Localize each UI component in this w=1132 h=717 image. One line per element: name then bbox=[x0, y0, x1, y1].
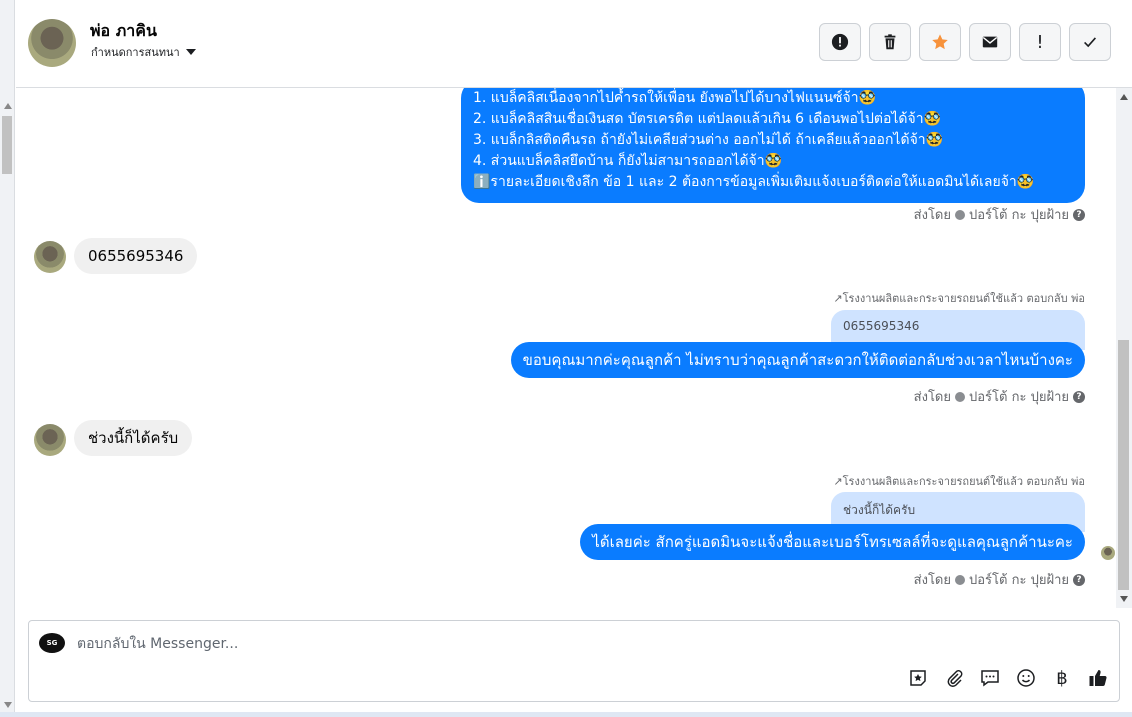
thread-scrollbar[interactable] bbox=[1116, 88, 1132, 608]
reply-arrow-icon: ↗ bbox=[833, 475, 843, 488]
baht-icon: ฿ bbox=[1056, 667, 1068, 689]
mark-unread-button[interactable] bbox=[969, 23, 1011, 61]
saved-reply-icon bbox=[981, 670, 999, 687]
delete-button[interactable] bbox=[869, 23, 911, 61]
star-button[interactable] bbox=[919, 23, 961, 61]
emoji-icon bbox=[1017, 669, 1035, 687]
scroll-up-arrow-icon[interactable] bbox=[4, 103, 12, 109]
reply-composer: SG ฿ bbox=[28, 620, 1120, 702]
list-line: ℹ️รายละเอียดเชิงลึก ข้อ 1 และ 2 ต้องการข… bbox=[473, 174, 1035, 190]
check-icon bbox=[1084, 37, 1097, 48]
reply-label: ↗โรงงานผลิตและกระจายรถยนต์ใช้แล้ว ตอบกลั… bbox=[833, 292, 1085, 305]
left-scrollbar[interactable] bbox=[0, 0, 15, 717]
seen-avatar bbox=[1101, 546, 1115, 560]
header-actions: ! bbox=[819, 23, 1111, 61]
star-icon bbox=[932, 34, 948, 50]
sent-by-info: ส่งโดย ปอร์โต้ กะ ปุยฝ้าย ? bbox=[914, 204, 1085, 225]
caret-down-icon bbox=[185, 49, 196, 55]
inbox-conversation-window: พ่อ ภาคิน กำหนดการสนทนา ! 1. แบล็คลิสเนื… bbox=[0, 0, 1132, 717]
payment-button[interactable]: ฿ bbox=[1051, 667, 1073, 689]
envelope-icon bbox=[982, 36, 998, 48]
done-button[interactable] bbox=[1069, 23, 1111, 61]
contact-avatar-small[interactable] bbox=[34, 241, 66, 273]
page-avatar: SG bbox=[39, 633, 65, 653]
reply-input[interactable] bbox=[77, 633, 1077, 655]
verified-icon bbox=[955, 209, 965, 220]
list-line: 4. ส่วนแบล็คลิสยึดบ้าน ก็ยังไม่สามารถออก… bbox=[473, 153, 783, 169]
help-icon[interactable]: ? bbox=[1073, 208, 1085, 221]
assign-conversation-dropdown[interactable]: กำหนดการสนทนา bbox=[91, 43, 196, 61]
scroll-down-arrow-icon[interactable] bbox=[4, 702, 12, 708]
exclamation-icon: ! bbox=[1036, 31, 1044, 53]
help-icon[interactable]: ? bbox=[1073, 390, 1085, 403]
important-button[interactable]: ! bbox=[1019, 23, 1061, 61]
spam-button[interactable] bbox=[819, 23, 861, 61]
contact-avatar[interactable] bbox=[28, 19, 76, 67]
alert-circle-icon bbox=[831, 33, 849, 51]
sticker-icon bbox=[910, 670, 926, 686]
verified-icon bbox=[955, 574, 965, 585]
list-line: 2. แบล็คลิสสินเชื่อเงินสด บัตรเครดิต แต่… bbox=[473, 111, 942, 127]
scroll-thumb[interactable] bbox=[1118, 340, 1129, 590]
reply-arrow-icon: ↗ bbox=[833, 292, 843, 305]
scroll-down-arrow-icon[interactable] bbox=[1120, 596, 1128, 602]
assign-label: กำหนดการสนทนา bbox=[91, 46, 180, 59]
saved-reply-button[interactable] bbox=[979, 667, 1001, 689]
sent-by-info: ส่งโดย ปอร์โต้ กะ ปุยฝ้าย ? bbox=[914, 386, 1085, 407]
contact-avatar-small[interactable] bbox=[34, 424, 66, 456]
conversation-header: พ่อ ภาคิน กำหนดการสนทนา ! bbox=[16, 0, 1132, 88]
sticker-button[interactable] bbox=[907, 667, 929, 689]
attachment-icon bbox=[947, 670, 963, 687]
scroll-up-arrow-icon[interactable] bbox=[1120, 94, 1128, 100]
outgoing-message[interactable]: ได้เลยค่ะ สักครู่แอดมินจะแจ้งชื่อและเบอร… bbox=[580, 524, 1085, 560]
like-icon bbox=[1089, 670, 1107, 686]
scroll-thumb[interactable] bbox=[2, 116, 12, 174]
attach-button[interactable] bbox=[943, 667, 965, 689]
trash-icon bbox=[884, 34, 896, 50]
like-button[interactable] bbox=[1087, 667, 1109, 689]
contact-name[interactable]: พ่อ ภาคิน bbox=[90, 19, 157, 44]
reply-label: ↗โรงงานผลิตและกระจายรถยนต์ใช้แล้ว ตอบกลั… bbox=[833, 475, 1085, 488]
emoji-button[interactable] bbox=[1015, 667, 1037, 689]
help-icon[interactable]: ? bbox=[1073, 573, 1085, 586]
message-thread[interactable]: 1. แบล็คลิสเนื่องจากไปค้ำรถให้เพื่อน ยัง… bbox=[16, 88, 1116, 608]
composer-tools: ฿ bbox=[907, 667, 1109, 689]
bottom-strip bbox=[0, 712, 1132, 717]
sent-by-info: ส่งโดย ปอร์โต้ กะ ปุยฝ้าย ? bbox=[914, 569, 1085, 590]
list-line: 3. แบล็กลิสติดคืนรถ ถ้ายังไม่เคลียส่วนต่… bbox=[473, 132, 944, 148]
outgoing-message-list[interactable]: 1. แบล็คลิสเนื่องจากไปค้ำรถให้เพื่อน ยัง… bbox=[461, 88, 1085, 203]
outgoing-message[interactable]: ขอบคุณมากค่ะคุณลูกค้า ไม่ทราบว่าคุณลูกค้… bbox=[510, 342, 1085, 378]
incoming-message[interactable]: 0655695346 bbox=[74, 238, 198, 274]
verified-icon bbox=[955, 391, 965, 402]
incoming-message[interactable]: ช่วงนี้ก็ได้ครับ bbox=[74, 420, 193, 456]
list-line: 1. แบล็คลิสเนื่องจากไปค้ำรถให้เพื่อน ยัง… bbox=[473, 90, 877, 106]
